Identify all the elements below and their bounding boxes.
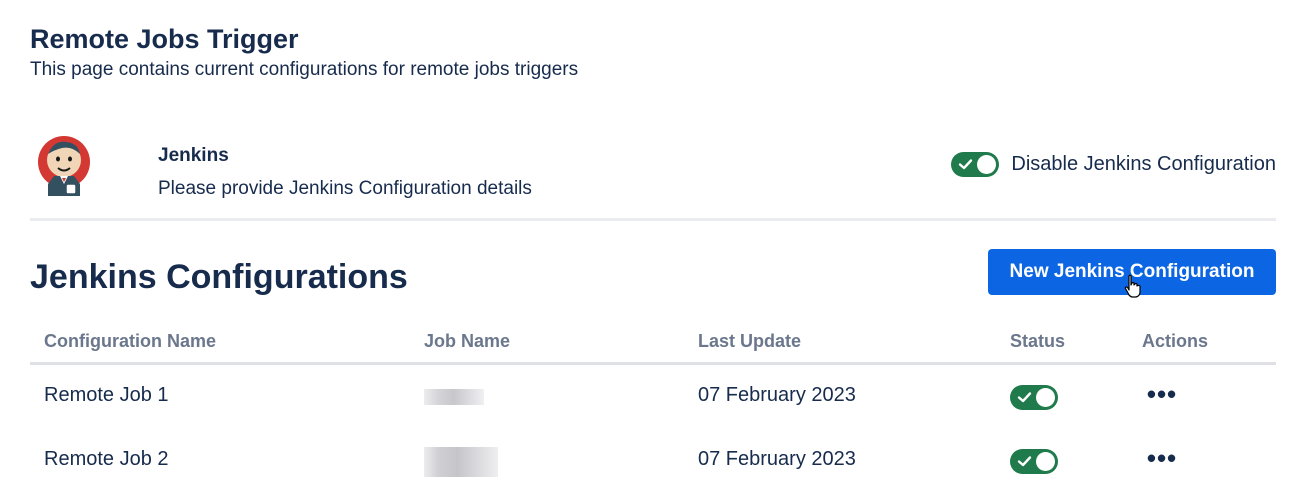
toggle-knob [1036, 388, 1055, 407]
job-name-redacted [424, 389, 484, 405]
check-icon [1017, 392, 1032, 403]
status-toggle[interactable] [1010, 385, 1058, 410]
more-actions-button[interactable]: ••• [1142, 445, 1182, 475]
jenkins-configurations-table: Configuration Name Job Name Last Update … [30, 322, 1276, 493]
column-header-last-update[interactable]: Last Update [698, 331, 801, 352]
more-actions-button[interactable]: ••• [1142, 381, 1182, 411]
jenkins-description: Please provide Jenkins Configuration det… [158, 178, 532, 199]
hand-pointer-cursor-icon [1124, 274, 1141, 298]
check-icon [1017, 456, 1032, 467]
last-update-cell: 07 February 2023 [698, 448, 856, 470]
last-update-cell: 07 February 2023 [698, 384, 856, 406]
page-title: Remote Jobs Trigger [30, 24, 299, 54]
page-header: Remote Jobs Trigger This page contains c… [30, 22, 578, 82]
configuration-name-cell: Remote Job 1 [44, 384, 169, 406]
configuration-name-cell: Remote Job 2 [44, 448, 169, 470]
jenkins-integration-block: Jenkins Please provide Jenkins Configura… [30, 130, 1276, 221]
disable-jenkins-label: Disable Jenkins Configuration [1011, 153, 1276, 175]
jenkins-logo-icon [38, 136, 90, 196]
column-header-actions: Actions [1142, 331, 1209, 351]
jenkins-name: Jenkins [158, 145, 229, 166]
toggle-knob [977, 155, 997, 174]
disable-jenkins-toggle-group: Disable Jenkins Configuration [951, 152, 1276, 177]
table-header: Configuration Name Job Name Last Update … [30, 322, 1276, 365]
check-icon [959, 159, 973, 170]
table-row: Remote Job 2 07 February 2023 ••• [30, 429, 1276, 493]
toggle-knob [1036, 452, 1055, 471]
disable-jenkins-toggle[interactable] [951, 152, 1000, 177]
page-subtitle: This page contains current configuration… [30, 59, 579, 80]
column-header-status[interactable]: Status [1010, 331, 1065, 352]
status-toggle[interactable] [1010, 449, 1058, 474]
section-title: Jenkins Configurations [30, 258, 408, 296]
column-header-configuration-name[interactable]: Configuration Name [44, 331, 216, 352]
job-name-redacted [424, 447, 498, 477]
column-header-job-name[interactable]: Job Name [424, 331, 510, 352]
table-row: Remote Job 1 07 February 2023 ••• [30, 365, 1276, 429]
